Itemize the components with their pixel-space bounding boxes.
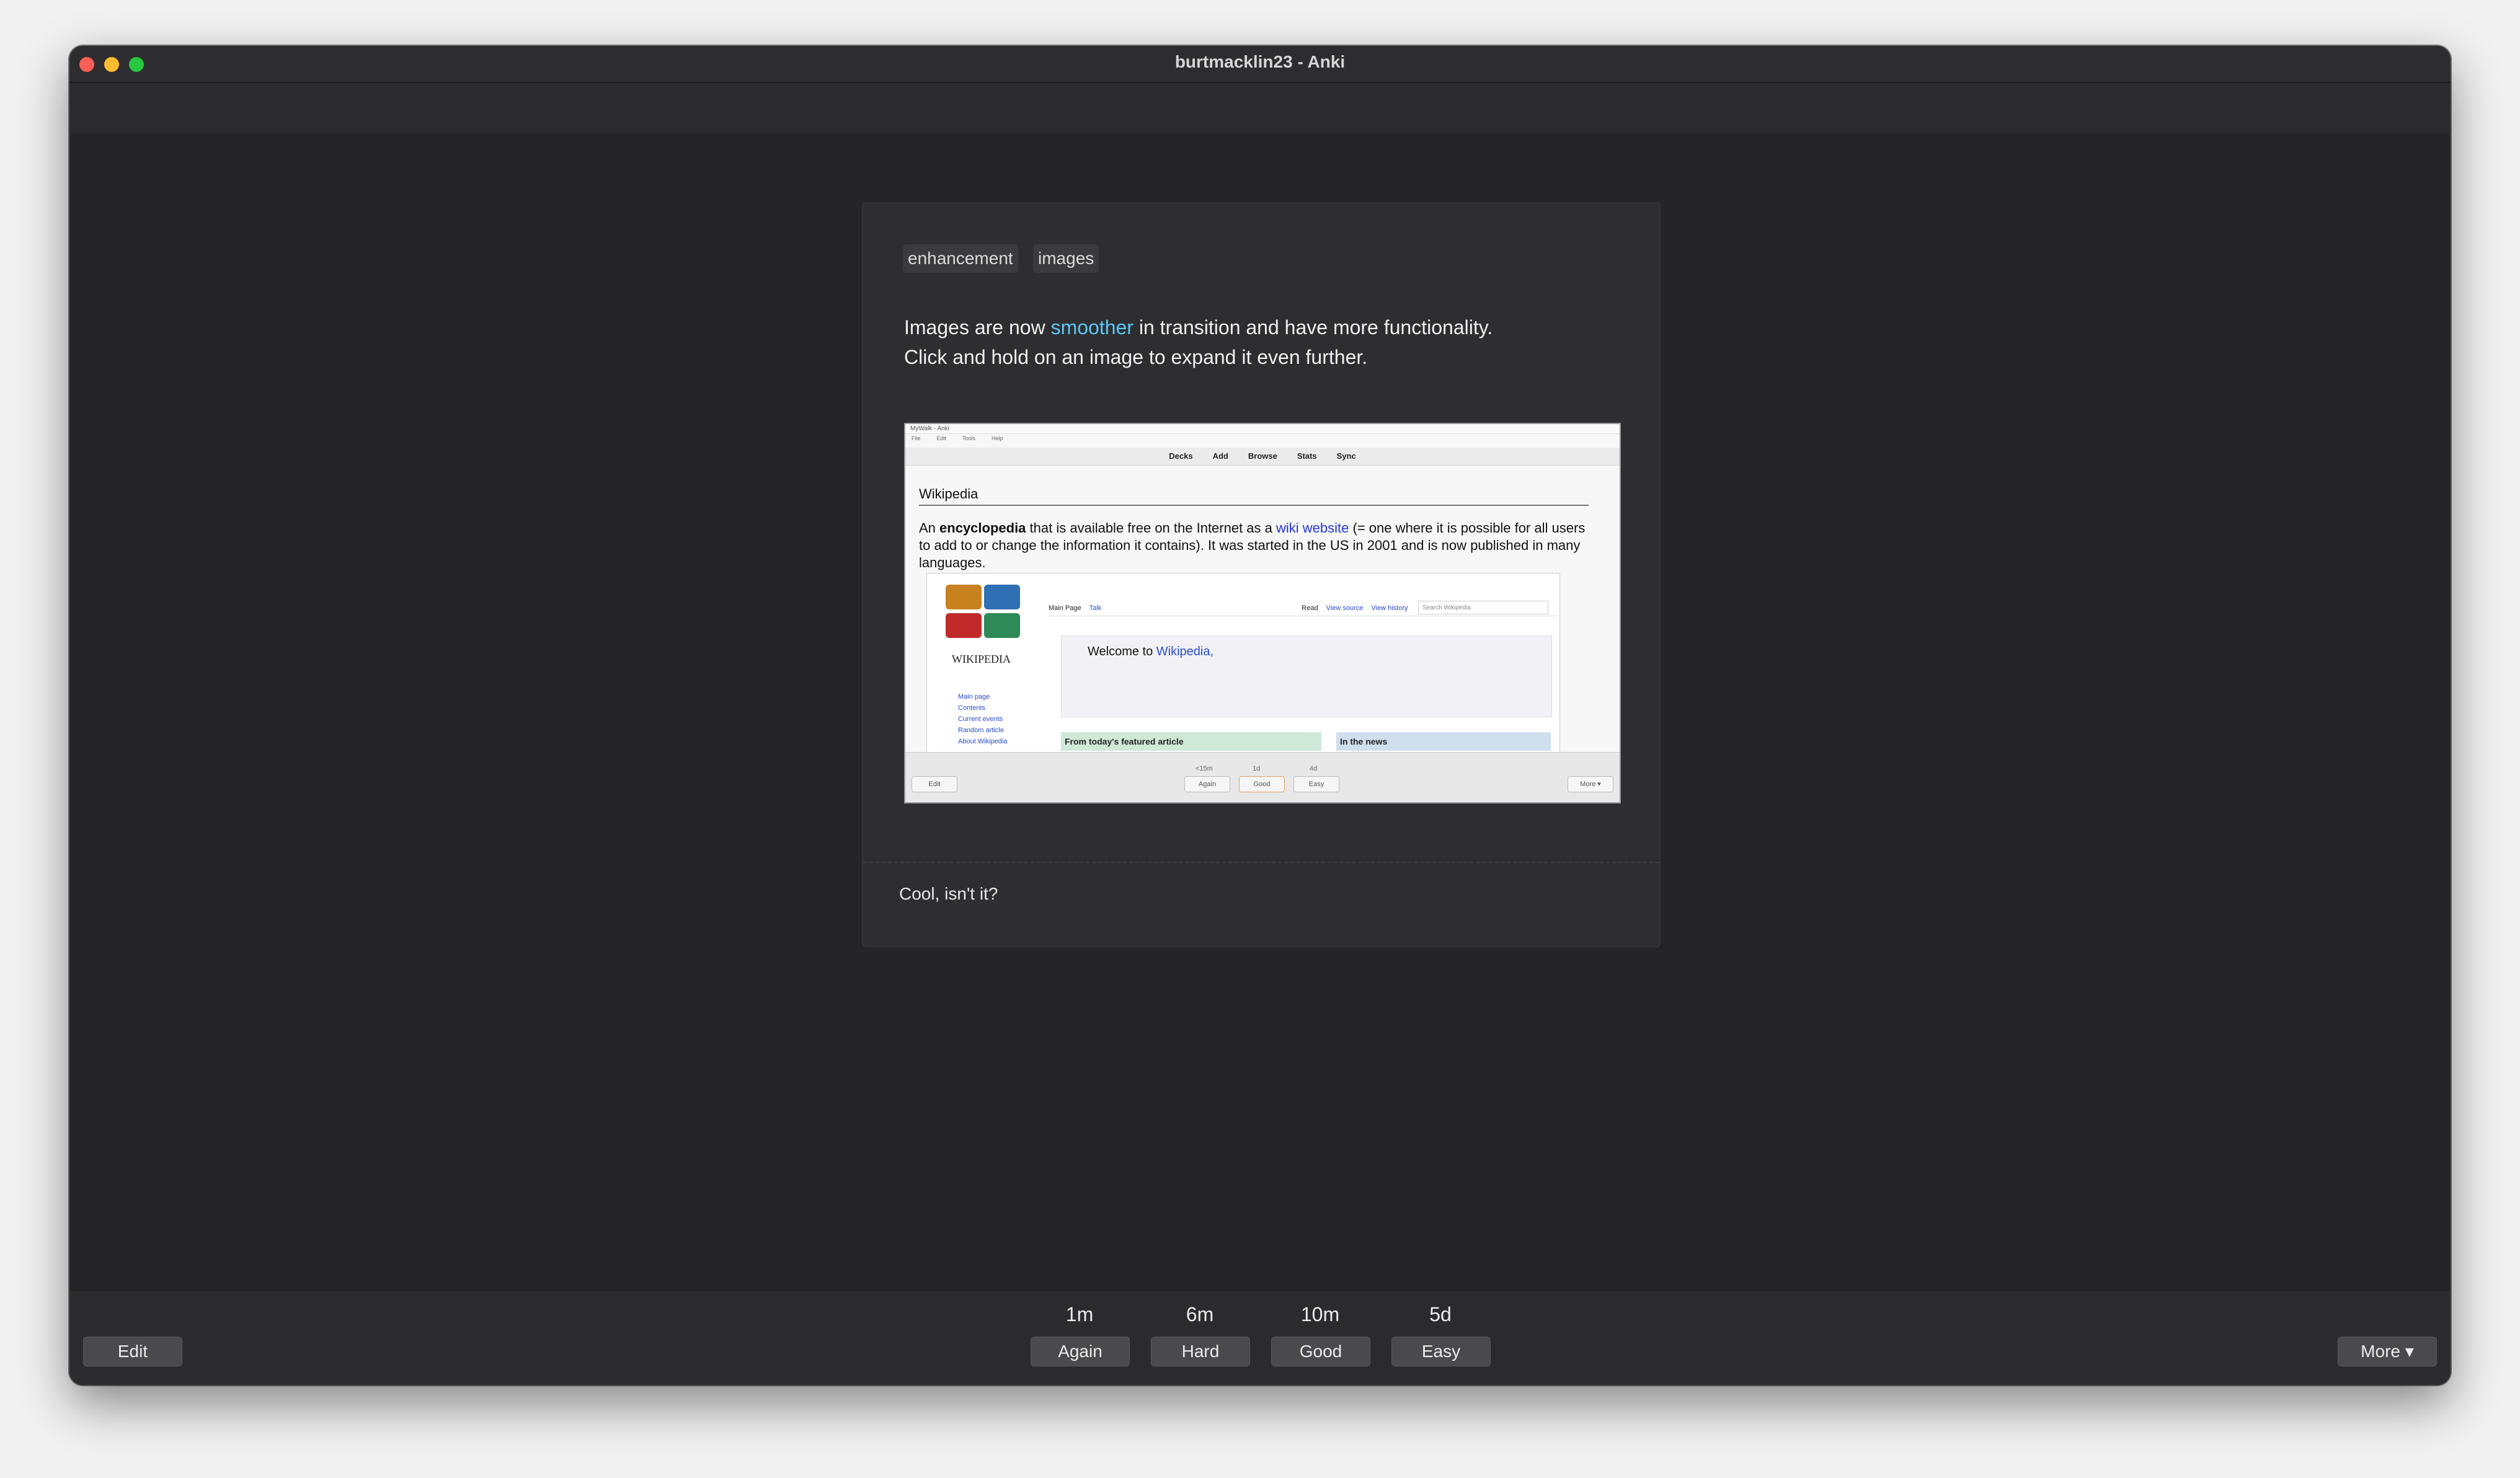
- title-bar: burtmacklin23 - Anki: [69, 46, 2451, 83]
- wiki-welcome-title: Welcome to Wikipedia,: [1088, 645, 1213, 659]
- image-paragraph: An encyclopedia that is available free o…: [919, 520, 1589, 572]
- wiki-featured-header: From today's featured article: [1061, 732, 1321, 751]
- card-answer-text: Cool, isn't it?: [899, 884, 998, 903]
- easy-interval: 5d: [1429, 1303, 1452, 1325]
- wiki-sidebar-link: Current events: [958, 715, 1003, 723]
- more-button[interactable]: More ▾: [2338, 1337, 2437, 1366]
- review-area: enhancement images Images are now smooth…: [69, 133, 2451, 1335]
- easy-button[interactable]: Easy: [1391, 1337, 1491, 1366]
- wiki-tab: Main Page: [1049, 604, 1081, 612]
- image-text: An: [919, 520, 940, 536]
- flashcard: enhancement images Images are now smooth…: [862, 202, 1661, 947]
- image-again-button: Again: [1184, 776, 1230, 792]
- again-button[interactable]: Again: [1031, 1337, 1130, 1366]
- image-good-button: Good: [1239, 776, 1285, 792]
- wiki-tab: View history: [1371, 604, 1408, 612]
- wiki-welcome-box: Welcome to Wikipedia,: [1061, 635, 1552, 717]
- review-bottom-bar: Edit 1m Again 6m Hard 10m Good 5d Easy M…: [69, 1290, 2451, 1385]
- image-more-button: More ▾: [1568, 776, 1613, 792]
- wiki-sidebar: Main page Contents Current events Random…: [958, 691, 1008, 747]
- wiki-sidebar-link: About Wikipedia: [958, 738, 1008, 745]
- wiki-wordmark: WIKIPEDIA: [952, 653, 1011, 665]
- image-link: wiki website: [1276, 520, 1349, 536]
- image-interval: 4d: [1310, 765, 1318, 772]
- hard-button[interactable]: Hard: [1151, 1337, 1250, 1366]
- wiki-logo-icon: [946, 585, 1025, 640]
- hard-interval: 6m: [1186, 1303, 1214, 1325]
- card-question-text: Images are now smoother in transition an…: [904, 312, 1623, 372]
- card-image[interactable]: MyWalk - Anki File Edit Tools Help Decks Add…: [904, 423, 1621, 803]
- image-nav-item: Browse: [1248, 451, 1277, 461]
- image-nav-item: Stats: [1297, 451, 1317, 461]
- image-bottom-bar: Edit <15m 1d 4d Again Good Easy More ▾: [905, 752, 1620, 802]
- good-interval: 10m: [1300, 1303, 1340, 1325]
- wiki-sidebar-link: Contents: [958, 704, 986, 712]
- anki-window: burtmacklin23 - Anki enhancement images …: [69, 46, 2451, 1385]
- highlighted-word: smoother: [1050, 316, 1134, 339]
- image-interval: 1d: [1253, 765, 1261, 772]
- image-nav-item: Sync: [1336, 451, 1356, 461]
- image-menu: File Edit Tools Help: [905, 434, 1620, 443]
- image-window-title: MyWalk - Anki: [905, 424, 1620, 434]
- question-text-line2: Click and hold on an image to expand it …: [904, 346, 1368, 368]
- wiki-tab: Talk: [1089, 604, 1102, 612]
- question-text-part: Images are now: [904, 316, 1051, 339]
- image-bold-text: encyclopedia: [939, 520, 1026, 536]
- image-body: Wikipedia An encyclopedia that is availa…: [919, 486, 1589, 572]
- wiki-tabs: Main Page Talk Read View source View his…: [1049, 601, 1557, 616]
- image-embedded-page: WIKIPEDIA Main page Contents Current eve…: [926, 573, 1560, 754]
- again-interval: 1m: [1065, 1303, 1094, 1325]
- image-heading: Wikipedia: [919, 486, 1589, 506]
- wiki-welcome-link: Wikipedia,: [1156, 645, 1214, 658]
- wiki-search-box: Search Wikipedia: [1418, 601, 1548, 614]
- question-text-part: in transition and have more functionalit…: [1133, 316, 1493, 339]
- wiki-sidebar-link: Random article: [958, 727, 1004, 734]
- image-text: that is available free on the Internet a…: [1026, 520, 1277, 536]
- image-nav-item: Add: [1212, 451, 1228, 461]
- window-title: burtmacklin23 - Anki: [1174, 52, 1346, 71]
- wiki-sidebar-link: Main page: [958, 693, 990, 701]
- image-interval: <15m: [1196, 765, 1213, 772]
- image-nav: Decks Add Browse Stats Sync: [905, 448, 1620, 466]
- image-nav-item: Decks: [1169, 451, 1193, 461]
- image-menu-item: Edit: [936, 435, 947, 441]
- image-menu-item: File: [912, 435, 921, 441]
- wiki-news-header: In the news: [1336, 732, 1551, 751]
- wiki-welcome-text: Welcome to: [1088, 645, 1156, 658]
- answer-divider: [863, 862, 1659, 863]
- edit-button[interactable]: Edit: [83, 1337, 182, 1366]
- tag-images: images: [1033, 244, 1099, 273]
- tag-enhancement: enhancement: [903, 244, 1018, 273]
- image-easy-button: Easy: [1293, 776, 1339, 792]
- image-menu-item: Tools: [962, 435, 976, 441]
- good-button[interactable]: Good: [1271, 1337, 1370, 1366]
- wiki-tab: View source: [1326, 604, 1364, 612]
- wiki-tab: Read: [1302, 604, 1318, 612]
- image-menu-item: Help: [992, 435, 1003, 441]
- image-edit-button: Edit: [912, 776, 957, 792]
